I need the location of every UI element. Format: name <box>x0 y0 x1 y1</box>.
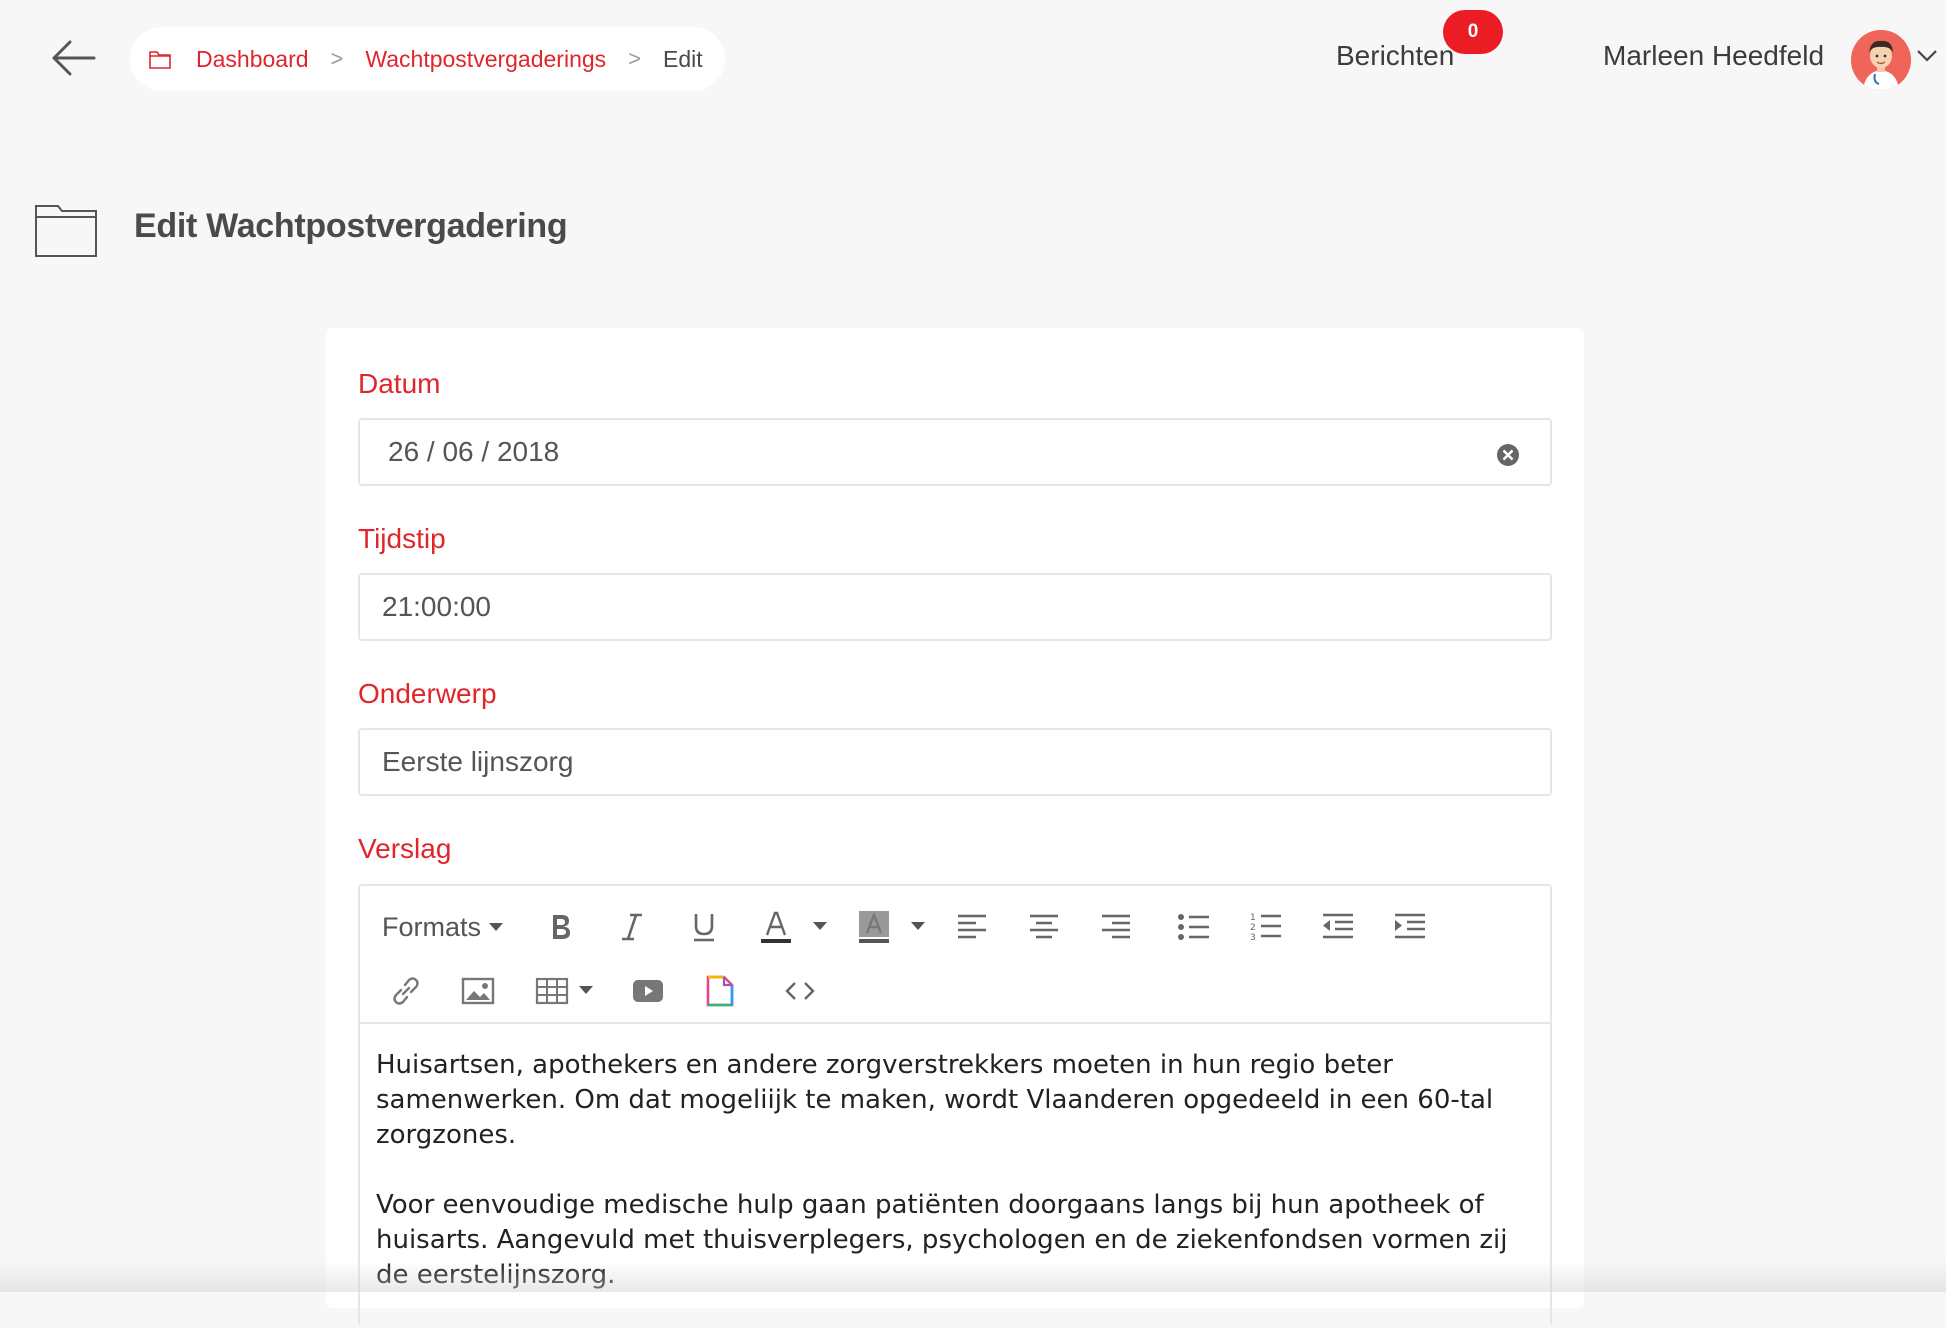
video-icon[interactable] <box>628 970 668 1012</box>
user-name[interactable]: Marleen Heedfeld <box>1603 40 1824 72</box>
svg-text:2: 2 <box>1250 923 1256 933</box>
tijdstip-value: 21:00:00 <box>382 591 491 622</box>
page-title: Edit Wachtpostvergadering <box>134 207 568 245</box>
outdent-icon[interactable] <box>1318 906 1358 948</box>
breadcrumb: Dashboard > Wachtpostvergaderings > Edit <box>130 27 725 91</box>
datum-field[interactable]: 26 / 06 / 2018 <box>358 418 1552 486</box>
document-icon[interactable] <box>700 970 740 1012</box>
tijdstip-field[interactable]: 21:00:00 <box>358 573 1552 641</box>
onderwerp-field[interactable]: Eerste lijnszorg <box>358 728 1552 796</box>
underline-icon[interactable] <box>684 906 724 948</box>
formats-label: Formats <box>382 911 482 942</box>
tijdstip-label: Tijdstip <box>358 523 446 554</box>
svg-text:1: 1 <box>1250 913 1256 923</box>
breadcrumb-separator: > <box>628 46 642 71</box>
image-icon[interactable] <box>458 970 498 1012</box>
table-dropdown-icon[interactable] <box>574 980 598 1000</box>
align-left-icon[interactable] <box>952 906 992 948</box>
folder-icon <box>34 203 98 258</box>
breadcrumb-link-dashboard[interactable]: Dashboard <box>196 46 309 73</box>
onderwerp-label: Onderwerp <box>358 678 497 709</box>
numbered-list-icon[interactable]: 123 <box>1246 906 1286 948</box>
folder-icon <box>148 48 172 70</box>
bullet-list-icon[interactable] <box>1174 906 1214 948</box>
text-color-icon[interactable] <box>756 906 796 948</box>
editor-paragraph: Huisartsen, apothekers en andere zorgver… <box>376 1050 1494 1150</box>
text-color-dropdown-icon[interactable] <box>808 916 832 936</box>
table-icon[interactable] <box>532 970 572 1012</box>
datum-label: Datum <box>358 368 441 399</box>
link-icon[interactable] <box>386 970 426 1012</box>
messages-count-badge: 0 <box>1443 10 1503 54</box>
rich-text-editor: Formats 1 2 3 Huisartsen, apothekers en … <box>358 884 1552 1324</box>
italic-icon[interactable] <box>612 906 652 948</box>
bottom-shadow <box>0 1262 1946 1292</box>
align-center-icon[interactable] <box>1024 906 1064 948</box>
breadcrumb-link-wachtpostvergaderings[interactable]: Wachtpostvergaderings <box>365 46 606 73</box>
source-code-icon[interactable] <box>780 970 820 1012</box>
avatar[interactable] <box>1851 30 1911 90</box>
verslag-label: Verslag <box>358 833 452 864</box>
edit-form-card: Datum 26 / 06 / 2018 Tijdstip 21:00:00 O… <box>326 328 1584 1324</box>
back-arrow-icon[interactable] <box>50 40 96 76</box>
chevron-down-icon[interactable] <box>1915 46 1939 66</box>
indent-icon[interactable] <box>1390 906 1430 948</box>
svg-text:3: 3 <box>1250 933 1256 943</box>
breadcrumb-current: Edit <box>663 45 703 72</box>
breadcrumb-separator: > <box>330 46 344 71</box>
datum-value: 26 / 06 / 2018 <box>388 436 560 467</box>
clear-icon[interactable] <box>1496 442 1520 466</box>
editor-toolbar: Formats 1 2 3 <box>360 886 1550 1024</box>
align-right-icon[interactable] <box>1096 906 1136 948</box>
onderwerp-value: Eerste lijnszorg <box>382 746 574 777</box>
formats-dropdown[interactable]: Formats <box>382 906 505 948</box>
background-color-icon[interactable] <box>854 906 894 948</box>
bold-icon[interactable] <box>540 906 580 948</box>
background-color-dropdown-icon[interactable] <box>906 916 930 936</box>
messages-link[interactable]: Berichten <box>1336 40 1454 72</box>
